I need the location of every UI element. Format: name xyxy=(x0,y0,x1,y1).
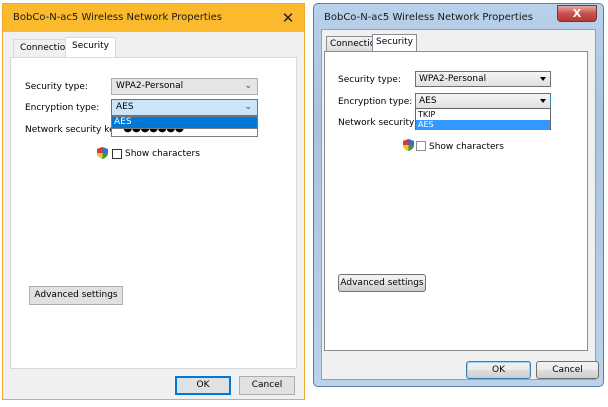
dropdown-arrow-icon xyxy=(540,99,546,103)
encryption-type-select[interactable]: AES xyxy=(415,93,551,109)
encryption-dropdown-list: AES xyxy=(111,116,258,129)
network-key-label: Network security key xyxy=(25,125,120,135)
encryption-type-label: Encryption type: xyxy=(25,103,100,113)
security-type-value: WPA2-Personal xyxy=(419,74,487,84)
encryption-type-value: AES xyxy=(116,102,134,112)
ok-button[interactable]: OK xyxy=(466,361,531,379)
uac-shield-icon xyxy=(97,147,108,159)
ok-button[interactable]: OK xyxy=(175,376,231,395)
show-characters-label[interactable]: Show characters xyxy=(429,142,504,152)
dropdown-option-tkip[interactable]: TKIP xyxy=(416,110,550,120)
encryption-dropdown-list: TKIP AES xyxy=(415,108,551,130)
show-characters-label[interactable]: Show characters xyxy=(125,149,200,159)
encryption-type-label: Encryption type: xyxy=(338,97,413,107)
advanced-settings-button[interactable]: Advanced settings xyxy=(29,286,123,305)
advanced-settings-button[interactable]: Advanced settings xyxy=(338,274,426,292)
show-characters-checkbox[interactable] xyxy=(112,149,122,159)
show-characters-checkbox[interactable] xyxy=(416,141,426,151)
security-type-label: Security type: xyxy=(338,75,401,85)
dropdown-arrow-icon xyxy=(540,77,546,81)
wireless-properties-dialog-win10: BobCo-N-ac5 Wireless Network Properties … xyxy=(2,3,305,400)
dialog-title: BobCo-N-ac5 Wireless Network Properties xyxy=(324,12,533,23)
security-type-label: Security type: xyxy=(25,82,88,92)
cancel-button[interactable]: Cancel xyxy=(239,376,295,395)
wireless-properties-dialog-win7: BobCo-N-ac5 Wireless Network Properties … xyxy=(313,3,604,387)
security-type-value: WPA2-Personal xyxy=(116,81,184,91)
cancel-button[interactable]: Cancel xyxy=(536,361,599,379)
close-icon[interactable]: ✕ xyxy=(276,7,300,29)
dialog-title: BobCo-N-ac5 Wireless Network Properties xyxy=(13,12,222,23)
chevron-down-icon: ⌄ xyxy=(244,81,252,91)
security-type-select[interactable]: WPA2-Personal xyxy=(415,71,551,87)
dropdown-option-aes[interactable]: AES xyxy=(416,120,550,130)
dropdown-option-aes[interactable]: AES xyxy=(112,117,257,128)
tab-security[interactable]: Security xyxy=(65,37,116,58)
encryption-type-select[interactable]: AES ⌄ xyxy=(111,99,258,116)
chevron-down-icon: ⌄ xyxy=(244,102,252,112)
tab-security[interactable]: Security xyxy=(372,34,417,52)
security-type-select[interactable]: WPA2-Personal ⌄ xyxy=(111,78,258,95)
encryption-type-value: AES xyxy=(419,96,437,106)
uac-shield-icon xyxy=(403,139,414,151)
close-icon[interactable]: X xyxy=(557,5,597,22)
title-bar: BobCo-N-ac5 Wireless Network Properties … xyxy=(3,4,304,32)
